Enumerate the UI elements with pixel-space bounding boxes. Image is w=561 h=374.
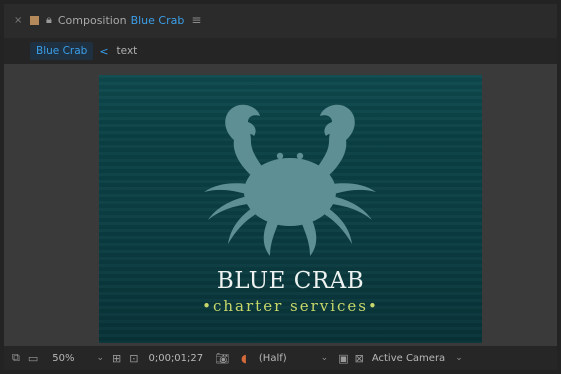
mask-visibility-icon[interactable]: ⊡ xyxy=(129,352,138,365)
resolution-value: (Half) xyxy=(258,352,287,364)
panel-menu-icon[interactable]: ≡ xyxy=(191,13,201,27)
chevron-down-icon[interactable]: ⌄ xyxy=(321,353,329,363)
always-preview-icon[interactable]: ⧉ xyxy=(12,351,20,365)
crab-logo-icon xyxy=(204,104,376,256)
view-dropdown[interactable]: Active Camera xyxy=(372,353,445,364)
lock-icon[interactable]: 🔒︎ xyxy=(46,13,52,27)
composition-panel: × 🔒︎ Composition Blue Crab ≡ Blue Crab <… xyxy=(4,4,557,370)
viewer-toolbar: ⧉ ▭ 50% ⌄ ⊞ ⊡ 0;00;01;27 📷︎ ◖ (Half) ⌄ ▣… xyxy=(4,346,557,370)
grid-guides-icon[interactable]: ⊞ xyxy=(112,352,121,365)
brand-title: BLUE CRAB xyxy=(216,268,365,294)
channel-icon[interactable]: ◖ xyxy=(241,352,247,365)
breadcrumb-arrow-icon: < xyxy=(99,44,109,58)
label-color-swatch[interactable] xyxy=(30,15,39,25)
current-time[interactable]: 0;00;01;27 xyxy=(148,353,203,364)
view-value: Active Camera xyxy=(371,352,446,364)
close-icon[interactable]: × xyxy=(14,15,24,26)
composition-viewer[interactable]: BLUE CRAB •charter services• xyxy=(4,64,557,349)
timecode: 0;00;01;27 xyxy=(148,352,204,364)
transparency-grid-icon[interactable]: ⊠ xyxy=(355,352,364,365)
resolution-dropdown[interactable]: (Half) xyxy=(259,353,287,364)
panel-label: Composition xyxy=(57,13,127,27)
breadcrumb-text[interactable]: text xyxy=(117,45,138,57)
panel-title-bar: × 🔒︎ Composition Blue Crab ≡ xyxy=(4,4,557,36)
region-of-interest-icon[interactable]: ▣ xyxy=(338,352,348,365)
chevron-down-icon[interactable]: ⌄ xyxy=(455,353,463,363)
monitor-icon[interactable]: ▭ xyxy=(28,352,38,365)
camera-snapshot-icon[interactable]: 📷︎ xyxy=(215,352,229,365)
brand-tagline: •charter services• xyxy=(202,297,379,315)
breadcrumb-blue-crab[interactable]: Blue Crab xyxy=(30,42,94,60)
composition-frame[interactable]: BLUE CRAB •charter services• xyxy=(99,75,482,343)
composition-navigator: Blue Crab < text xyxy=(4,38,557,64)
composition-name[interactable]: Blue Crab xyxy=(131,14,185,27)
zoom-dropdown[interactable]: 50% xyxy=(52,353,74,364)
zoom-value: 50% xyxy=(52,352,75,364)
chevron-down-icon[interactable]: ⌄ xyxy=(97,353,105,363)
